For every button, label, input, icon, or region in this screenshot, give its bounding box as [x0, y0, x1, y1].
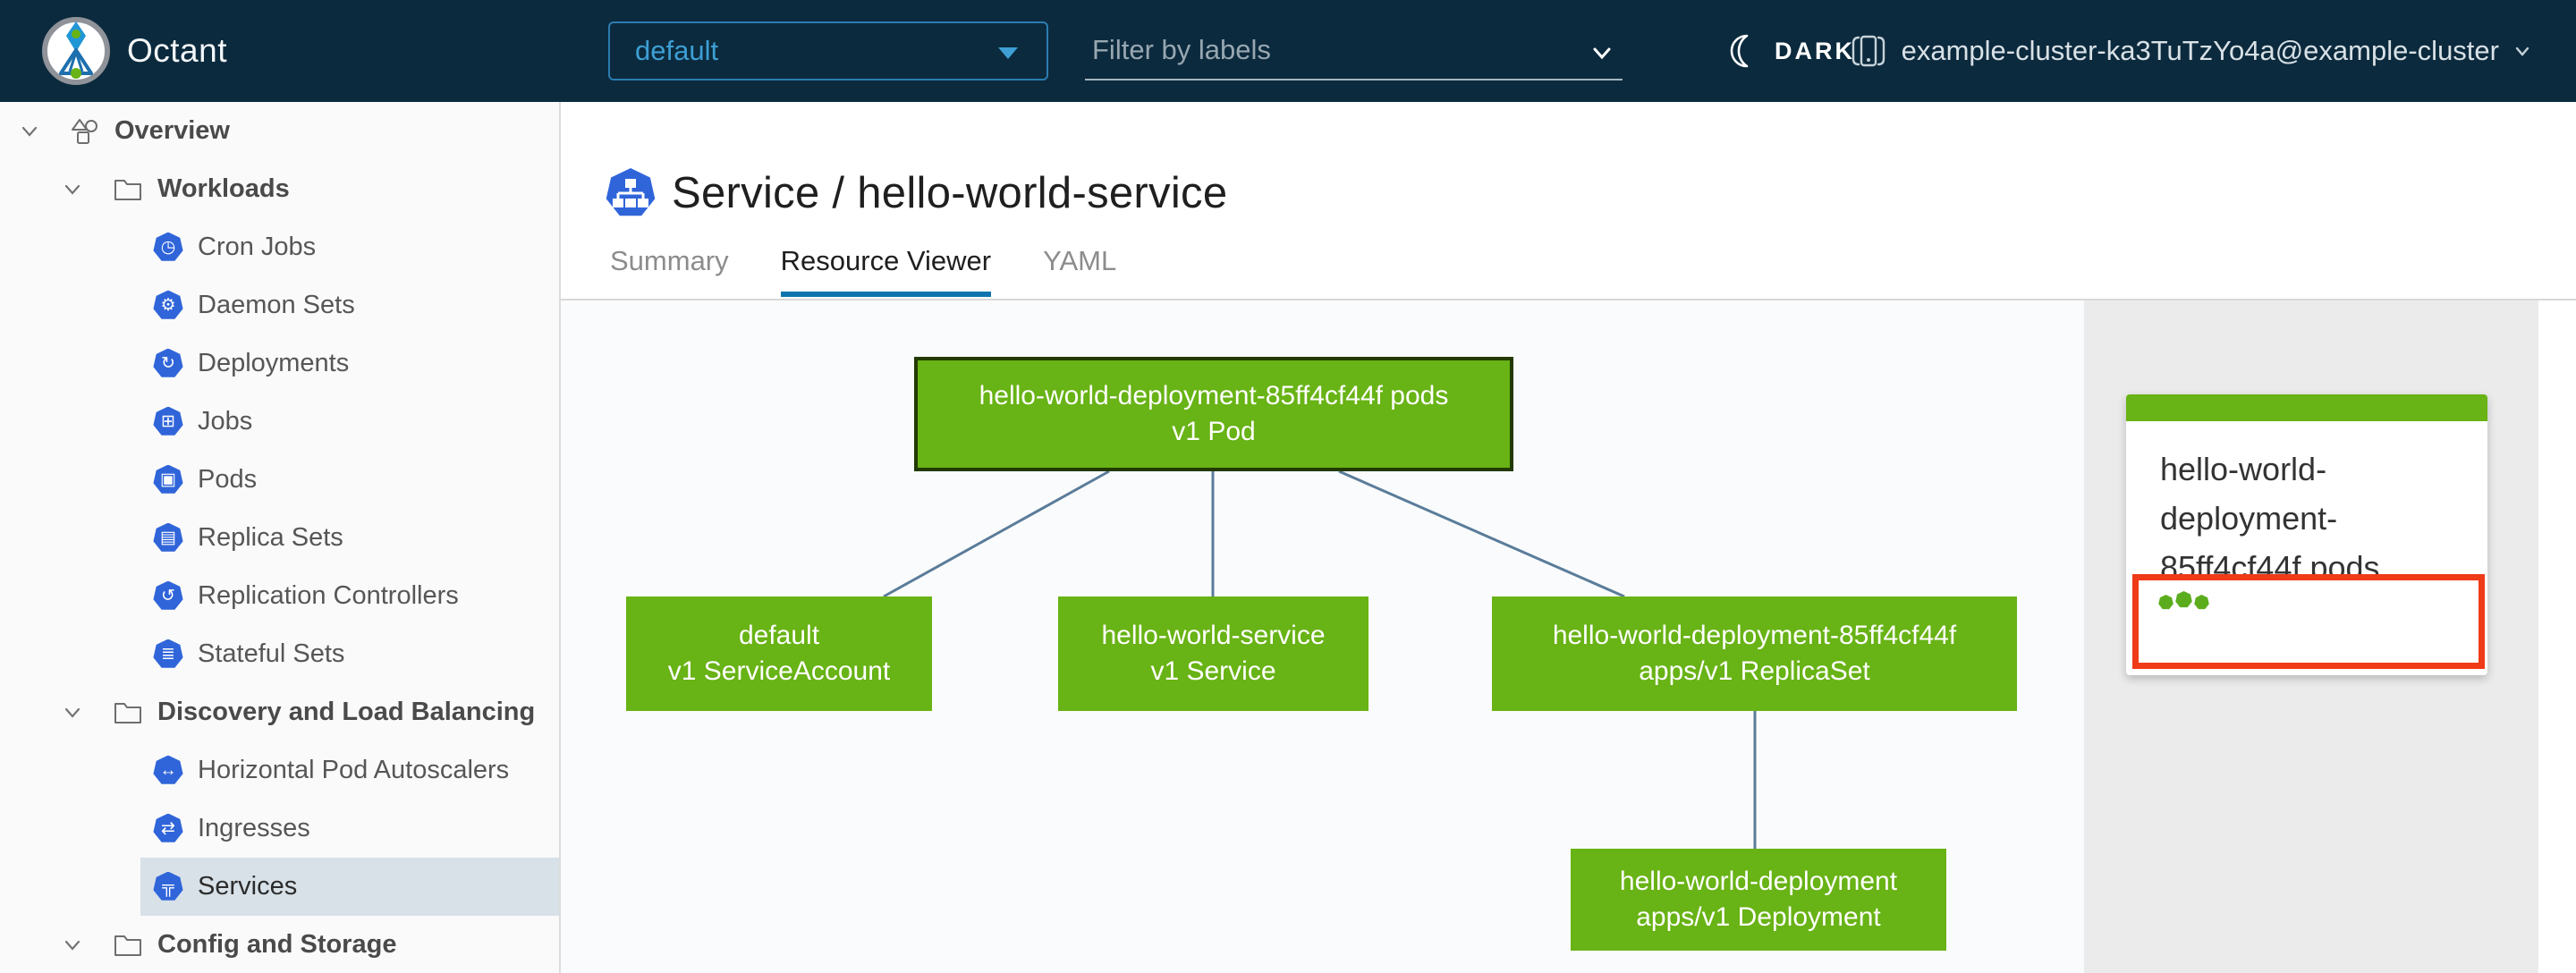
namespace-dropdown[interactable]: default: [608, 21, 1048, 80]
sidebar-group-label: Config and Storage: [157, 930, 397, 959]
sidebar-item-stateful-sets[interactable]: ≣ Stateful Sets: [0, 625, 559, 683]
sidebar-item-label: Services: [198, 872, 298, 901]
pod-ok-dot: [2158, 595, 2174, 610]
sidebar-group-config-and-storage[interactable]: Config and Storage: [0, 916, 559, 973]
node-name: default: [738, 621, 820, 650]
sidebar-item-services[interactable]: ╦ Services: [0, 858, 559, 916]
chevron-down-icon[interactable]: [61, 701, 84, 724]
chevron-down-icon[interactable]: [18, 120, 41, 143]
tab-yaml[interactable]: YAML: [1043, 245, 1116, 297]
sidebar-item-pods[interactable]: ▣ Pods: [0, 451, 559, 509]
overview-icon: [70, 116, 100, 147]
tab-bar: Summary Resource Viewer YAML: [610, 245, 1116, 297]
namespace-dropdown-value: default: [635, 35, 719, 66]
node-name: hello-world-service: [1101, 621, 1326, 650]
page-title-text: Service / hello-world-service: [672, 169, 1228, 217]
label-filter-placeholder: Filter by labels: [1092, 34, 1271, 65]
folder-icon: [113, 932, 143, 959]
graph-node-pod[interactable]: hello-world-deployment-85ff4cf44f pods v…: [914, 357, 1513, 471]
sidebar-item-label: Daemon Sets: [198, 291, 355, 319]
ingresses-icon: ⇄: [153, 813, 183, 842]
dark-theme-label: DARK: [1775, 37, 1855, 64]
folder-icon: [113, 699, 143, 726]
node-name: hello-world-deployment-85ff4cf44f: [1552, 621, 1957, 650]
replica-sets-icon: ▤: [153, 522, 183, 552]
node-kind: v1 Service: [1150, 656, 1276, 686]
octant-window: Octant default Filter by labels DARK exa…: [0, 0, 2576, 973]
sidebar-item-label: Ingresses: [198, 814, 310, 842]
sidebar-item-jobs[interactable]: ⊞ Jobs: [0, 393, 559, 451]
stateful-sets-icon: ≣: [153, 639, 183, 668]
graph-node-service[interactable]: hello-world-service v1 Service: [1058, 596, 1368, 711]
panel-right-gutter: [2538, 300, 2576, 973]
dark-theme-toggle[interactable]: DARK: [1724, 0, 1855, 102]
jobs-icon: ⊞: [153, 406, 183, 436]
daemon-sets-icon: ⚙: [153, 290, 183, 319]
navigation-sidebar: Overview Workloads ◷ Cron Jobs ⚙ Daemon Se…: [0, 102, 561, 973]
label-filter-input[interactable]: Filter by labels: [1085, 21, 1623, 80]
chevron-down-icon[interactable]: [1587, 38, 1617, 68]
card-status-bar: [2126, 394, 2487, 421]
node-kind: v1 ServiceAccount: [667, 656, 891, 686]
page-title: Service / hello-world-service: [606, 168, 1227, 218]
sidebar-item-label: Cron Jobs: [198, 233, 317, 261]
sidebar-item-label: Overview: [114, 116, 230, 145]
node-detail-panel: hello-world-deployment-85ff4cf44f pods: [2084, 300, 2538, 973]
pod-ok-dot: [2175, 590, 2192, 608]
sidebar-item-overview[interactable]: Overview: [0, 102, 559, 160]
deployments-icon: ↻: [153, 348, 183, 377]
sidebar-item-label: Deployments: [198, 349, 350, 377]
tab-summary[interactable]: Summary: [610, 245, 729, 297]
pod-status-dots: [2158, 590, 2479, 610]
sidebar-item-horizontal-pod-autoscalers[interactable]: ↔ Horizontal Pod Autoscalers: [0, 741, 559, 800]
sidebar-item-label: Stateful Sets: [198, 639, 345, 668]
sidebar-item-ingresses[interactable]: ⇄ Ingresses: [0, 800, 559, 858]
sidebar-item-replica-sets[interactable]: ▤ Replica Sets: [0, 509, 559, 567]
node-kind: apps/v1 ReplicaSet: [1639, 656, 1870, 686]
app-title: Octant: [127, 32, 227, 69]
octant-logo-icon: [41, 16, 111, 86]
main-content: Service / hello-world-service Summary Re…: [561, 102, 2576, 973]
moon-icon: [1724, 31, 1760, 71]
graph-node-replicaset[interactable]: hello-world-deployment-85ff4cf44f apps/v…: [1492, 596, 2017, 711]
sidebar-group-discovery-load-balancing[interactable]: Discovery and Load Balancing: [0, 683, 559, 741]
chevron-down-icon[interactable]: [61, 178, 84, 201]
cluster-icon: [1848, 32, 1889, 70]
tab-resource-viewer[interactable]: Resource Viewer: [780, 245, 992, 297]
chevron-down-icon[interactable]: [61, 934, 84, 957]
sidebar-item-daemon-sets[interactable]: ⚙ Daemon Sets: [0, 276, 559, 334]
cluster-context-menu[interactable]: example-cluster-ka3TuTzYo4a@example-clus…: [1848, 0, 2533, 102]
sidebar-item-label: Pods: [198, 465, 258, 494]
sidebar-item-deployments[interactable]: ↻ Deployments: [0, 334, 559, 393]
sidebar-group-label: Workloads: [157, 174, 290, 203]
cluster-context-label: example-cluster-ka3TuTzYo4a@example-clus…: [1901, 35, 2499, 66]
caret-down-icon: [998, 47, 1018, 59]
sidebar-group-label: Discovery and Load Balancing: [157, 698, 536, 726]
cron-jobs-icon: ◷: [153, 232, 183, 261]
pod-status-highlight-box[interactable]: [2132, 574, 2485, 669]
service-icon: [606, 168, 656, 216]
card-title: hello-world-deployment-85ff4cf44f pods: [2160, 451, 2380, 586]
sidebar-item-label: Horizontal Pod Autoscalers: [198, 756, 510, 784]
sidebar-item-label: Jobs: [198, 407, 253, 436]
sidebar-item-label: Replication Controllers: [198, 581, 459, 610]
graph-node-serviceaccount[interactable]: default v1 ServiceAccount: [626, 596, 932, 711]
folder-icon: [113, 176, 143, 203]
node-kind: v1 Pod: [1172, 417, 1256, 446]
sidebar-item-label: Replica Sets: [198, 523, 343, 552]
pod-ok-dot: [2194, 595, 2209, 610]
sidebar-item-cron-jobs[interactable]: ◷ Cron Jobs: [0, 218, 559, 276]
replication-controllers-icon: ↺: [153, 580, 183, 610]
graph-node-deployment[interactable]: hello-world-deployment apps/v1 Deploymen…: [1571, 849, 1946, 951]
node-name: hello-world-deployment: [1619, 867, 1898, 896]
node-kind: apps/v1 Deployment: [1636, 902, 1881, 932]
sidebar-group-workloads[interactable]: Workloads: [0, 160, 559, 218]
top-header-bar: Octant default Filter by labels DARK exa…: [0, 0, 2576, 102]
hpa-icon: ↔: [153, 755, 183, 784]
node-name: hello-world-deployment-85ff4cf44f pods: [979, 381, 1449, 410]
services-icon: ╦: [153, 871, 183, 901]
sidebar-item-replication-controllers[interactable]: ↺ Replication Controllers: [0, 567, 559, 625]
chevron-down-icon: [2512, 40, 2533, 62]
pods-icon: ▣: [153, 464, 183, 494]
